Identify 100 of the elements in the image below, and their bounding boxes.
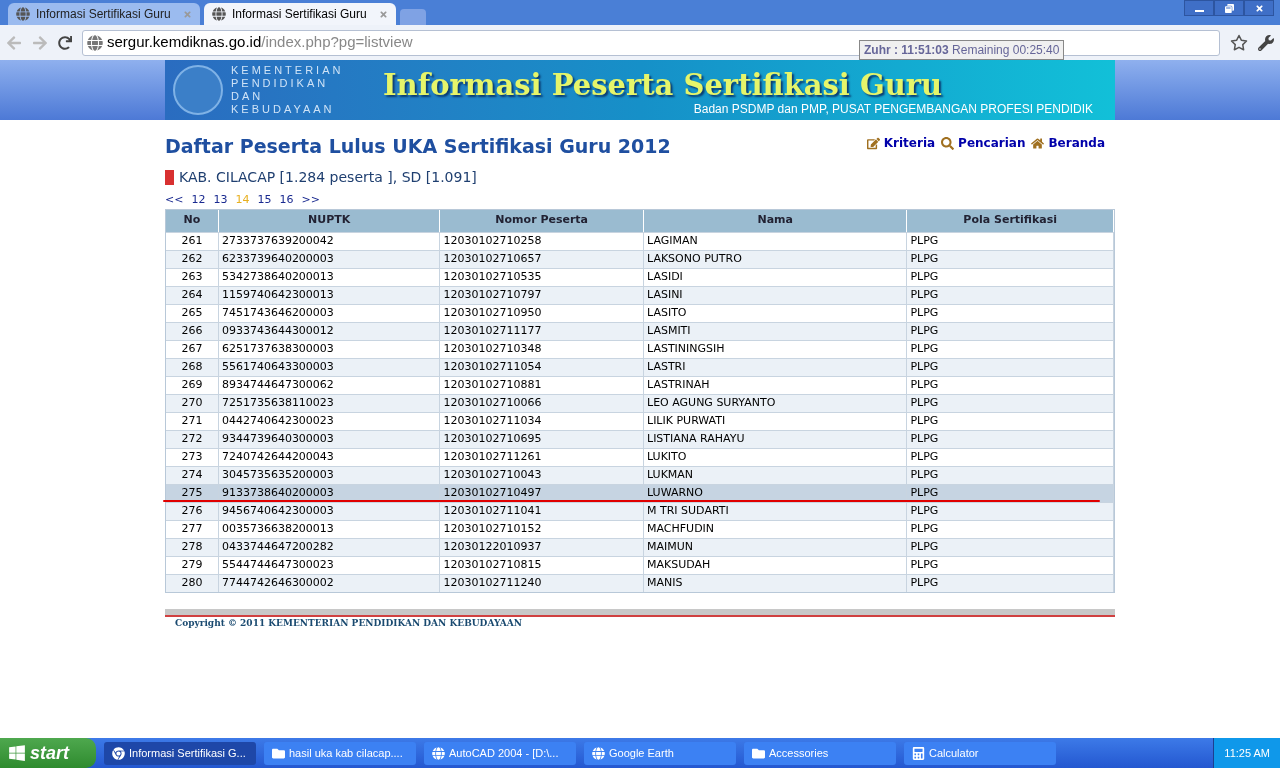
- table-cell: 12030102710797: [440, 286, 644, 304]
- copyright-text: Copyright © 2011 KEMENTERIAN PENDIDIKAN DAN KEBUDAYAAN: [174, 616, 523, 630]
- table-cell: MAIMUN: [644, 538, 908, 556]
- table-cell: 280: [166, 574, 219, 592]
- table-cell: 270: [166, 394, 219, 412]
- table-cell: 12030102711261: [440, 448, 644, 466]
- table-cell: PLPG: [907, 376, 1114, 394]
- table-cell: LASINI: [644, 286, 908, 304]
- table-cell: MACHFUDIN: [644, 520, 908, 538]
- table-cell: PLPG: [907, 340, 1114, 358]
- column-header: NUPTK: [218, 209, 441, 232]
- banner-subtitle: Badan PSDMP dan PMP, PUSAT PENGEMBANGAN PROFESI PENDIDIK: [693, 101, 1093, 118]
- table-cell: 9456740642300003: [218, 502, 441, 520]
- table-cell: LAGIMAN: [644, 232, 908, 250]
- table-cell: LEO AGUNG SURYANTO: [644, 394, 908, 412]
- table-cell: 264: [166, 286, 219, 304]
- table-cell: 9344739640300003: [218, 430, 441, 448]
- table-cell: PLPG: [907, 556, 1114, 574]
- table-cell: LUKMAN: [644, 466, 908, 484]
- table-cell: PLPG: [907, 574, 1114, 592]
- table-cell: 8934744647300062: [218, 376, 441, 394]
- table-cell: 7451743646200003: [218, 304, 441, 322]
- table-cell: 12030102710258: [440, 232, 644, 250]
- table-cell: PLPG: [907, 502, 1114, 520]
- table-cell: PLPG: [907, 412, 1114, 430]
- url-text: sergur.kemdiknas.go.id/index.php?pg=listview: [107, 32, 413, 53]
- table-cell: 268: [166, 358, 219, 376]
- table-cell: LASTRINAH: [644, 376, 908, 394]
- banner-title: Informasi Peserta Sertifikasi Guru: [383, 67, 943, 104]
- table-cell: 12030102711240: [440, 574, 644, 592]
- table-cell: PLPG: [907, 448, 1114, 466]
- table-cell: PLPG: [907, 466, 1114, 484]
- table-cell: M TRI SUDARTI: [644, 502, 908, 520]
- table-cell: MANIS: [644, 574, 908, 592]
- table-cell: LASTININGSIH: [644, 340, 908, 358]
- table-cell: PLPG: [907, 286, 1114, 304]
- table-cell: 274: [166, 466, 219, 484]
- tab-title: Informasi Sertifikasi Guru: [36, 6, 172, 23]
- table-cell: LASTRI: [644, 358, 908, 376]
- table-cell: PLPG: [907, 322, 1114, 340]
- table-cell: 12030102710535: [440, 268, 644, 286]
- column-header: Nama: [644, 209, 908, 232]
- table-cell: 0933743644300012: [218, 322, 441, 340]
- table-cell: LISTIANA RAHAYU: [644, 430, 908, 448]
- table-cell: PLPG: [907, 430, 1114, 448]
- clock-text: 11:25 AM: [1224, 745, 1270, 761]
- table-cell: 265: [166, 304, 219, 322]
- table-cell: 0035736638200013: [218, 520, 441, 538]
- table-cell: MAKSUDAH: [644, 556, 908, 574]
- table-cell: 1159740642300013: [218, 286, 441, 304]
- column-header: Pola Sertifikasi: [907, 209, 1114, 232]
- table-cell: 12030102710695: [440, 430, 644, 448]
- table-cell: 12030102711041: [440, 502, 644, 520]
- table-cell: 0433744647200282: [218, 538, 441, 556]
- table-cell: PLPG: [907, 232, 1114, 250]
- table-cell: 12030102710881: [440, 376, 644, 394]
- table-cell: 269: [166, 376, 219, 394]
- page-title: Daftar Peserta Lulus UKA Sertifikasi Guru 2012: [165, 134, 671, 159]
- table-cell: 12030102710043: [440, 466, 644, 484]
- table-cell: 262: [166, 250, 219, 268]
- table-cell: PLPG: [907, 394, 1114, 412]
- table-cell: 12030102710657: [440, 250, 644, 268]
- column-header: Nomor Peserta: [440, 209, 644, 232]
- table-cell: 273: [166, 448, 219, 466]
- table-cell: 3045735635200003: [218, 466, 441, 484]
- table-cell: 271: [166, 412, 219, 430]
- table-cell: 2733737639200042: [218, 232, 441, 250]
- table-cell: 5342738640200013: [218, 268, 441, 286]
- table-cell: 278: [166, 538, 219, 556]
- prayer-time-popup: Zuhr : 11:51:03 Remaining 00:25:40: [859, 40, 1065, 60]
- table-cell: 0442740642300023: [218, 412, 441, 430]
- tab-title: Informasi Sertifikasi Guru: [232, 6, 368, 23]
- table-cell: PLPG: [907, 304, 1114, 322]
- table-cell: 279: [166, 556, 219, 574]
- table-cell: PLPG: [907, 268, 1114, 286]
- table-cell: 6233739640200003: [218, 250, 441, 268]
- table-cell: PLPG: [907, 520, 1114, 538]
- table-cell: 7251735638110023: [218, 394, 441, 412]
- table-cell: 12030102710950: [440, 304, 644, 322]
- table-cell: 6251737638300003: [218, 340, 441, 358]
- table-cell: 12030102710066: [440, 394, 644, 412]
- table-cell: PLPG: [907, 538, 1114, 556]
- table-cell: LUKITO: [644, 448, 908, 466]
- table-cell: LASITO: [644, 304, 908, 322]
- table-cell: LILIK PURWATI: [644, 412, 908, 430]
- table-cell: LASMITI: [644, 322, 908, 340]
- table-cell: PLPG: [907, 358, 1114, 376]
- table-cell: 272: [166, 430, 219, 448]
- table-cell: 261: [166, 232, 219, 250]
- table-cell: LAKSONO PUTRO: [644, 250, 908, 268]
- table-cell: 12030122010937: [440, 538, 644, 556]
- table-cell: 7240742644200043: [218, 448, 441, 466]
- table-cell: 12030102711034: [440, 412, 644, 430]
- table-cell: PLPG: [907, 250, 1114, 268]
- table-cell: LASIDI: [644, 268, 908, 286]
- table-cell: 267: [166, 340, 219, 358]
- table-cell: 5544744647300023: [218, 556, 441, 574]
- table-cell: 263: [166, 268, 219, 286]
- table-cell: 12030102711177: [440, 322, 644, 340]
- table-cell: 12030102711054: [440, 358, 644, 376]
